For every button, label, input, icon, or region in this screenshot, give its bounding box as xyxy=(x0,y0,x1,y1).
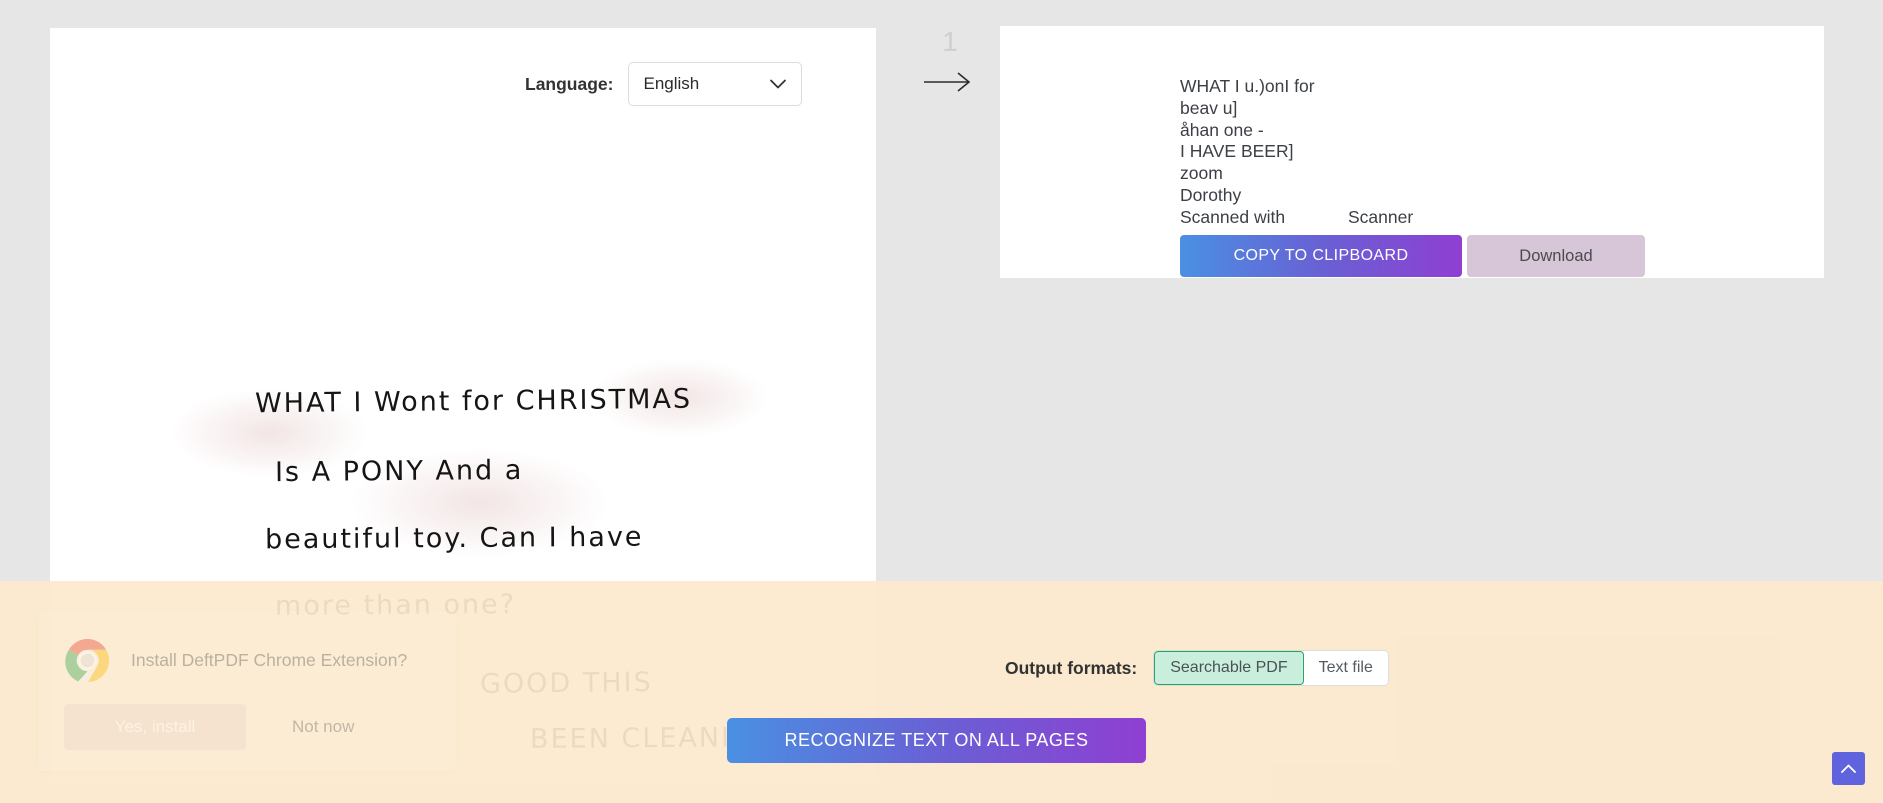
ocr-line: WHAT I u.)onI for xyxy=(1180,76,1315,96)
scroll-to-top-button[interactable] xyxy=(1832,752,1865,785)
page-separator: 1 xyxy=(920,25,980,105)
handwriting-line: beautiful toy. Can I have xyxy=(264,521,644,556)
arrow-right-icon xyxy=(924,72,971,92)
output-format-toggle[interactable]: Searchable PDF Text file xyxy=(1153,650,1389,686)
output-formats-label: Output formats: xyxy=(1005,657,1138,678)
ocr-line: I HAVE BEER] xyxy=(1180,141,1294,162)
app-root: WHAT I Wont for CHRISTMAS Is A PONY And … xyxy=(0,0,1883,803)
format-option-text-file[interactable]: Text file xyxy=(1303,651,1388,685)
recognize-text-button[interactable]: RECOGNIZE TEXT ON ALL PAGES xyxy=(727,718,1146,763)
language-label: Language: xyxy=(525,73,614,94)
chrome-extension-actions: Yes, install Not now xyxy=(64,704,354,750)
chrome-logo-icon xyxy=(65,638,110,683)
download-button[interactable]: Download xyxy=(1467,235,1645,277)
chevron-down-icon xyxy=(770,79,787,89)
ocr-line: Dorothy xyxy=(1180,184,1242,205)
ocr-footer-left: Scanned with xyxy=(1180,206,1286,227)
ocr-line: åhan one - xyxy=(1180,119,1264,140)
ocr-result-panel: WHAT I u.)onI for beav u] åhan one - I H… xyxy=(1000,26,1824,278)
copy-to-clipboard-button[interactable]: COPY TO CLIPBOARD xyxy=(1180,235,1462,277)
ocr-actions: COPY TO CLIPBOARD Download xyxy=(1180,235,1645,277)
chevron-up-icon xyxy=(1841,764,1856,773)
handwriting-line: WHAT I Wont for CHRISTMAS xyxy=(254,383,693,420)
handwriting-line: Is A PONY And a xyxy=(274,454,524,489)
ocr-footer-line: Scanned with Scanner xyxy=(1180,207,1650,229)
language-group: Language: English xyxy=(525,62,803,106)
page-number: 1 xyxy=(942,26,958,57)
ocr-footer-right: Scanner xyxy=(1348,206,1414,227)
language-select[interactable]: English xyxy=(628,62,803,106)
chrome-extension-title: Install DeftPDF Chrome Extension? xyxy=(131,650,408,670)
ocr-text-output[interactable]: WHAT I u.)onI for beav u] åhan one - I H… xyxy=(1180,76,1650,229)
dismiss-extension-button[interactable]: Not now xyxy=(292,717,354,737)
ocr-line: zoom xyxy=(1180,163,1223,184)
format-option-searchable-pdf[interactable]: Searchable PDF xyxy=(1154,651,1304,685)
install-extension-button[interactable]: Yes, install xyxy=(64,704,246,750)
output-formats-group: Output formats: Searchable PDF Text file xyxy=(1005,650,1389,686)
ocr-line: beav u] xyxy=(1180,97,1238,118)
chrome-extension-header: Install DeftPDF Chrome Extension? xyxy=(64,637,407,684)
language-selected-value: English xyxy=(643,74,700,93)
chrome-extension-popup: Install DeftPDF Chrome Extension? Yes, i… xyxy=(38,611,456,771)
